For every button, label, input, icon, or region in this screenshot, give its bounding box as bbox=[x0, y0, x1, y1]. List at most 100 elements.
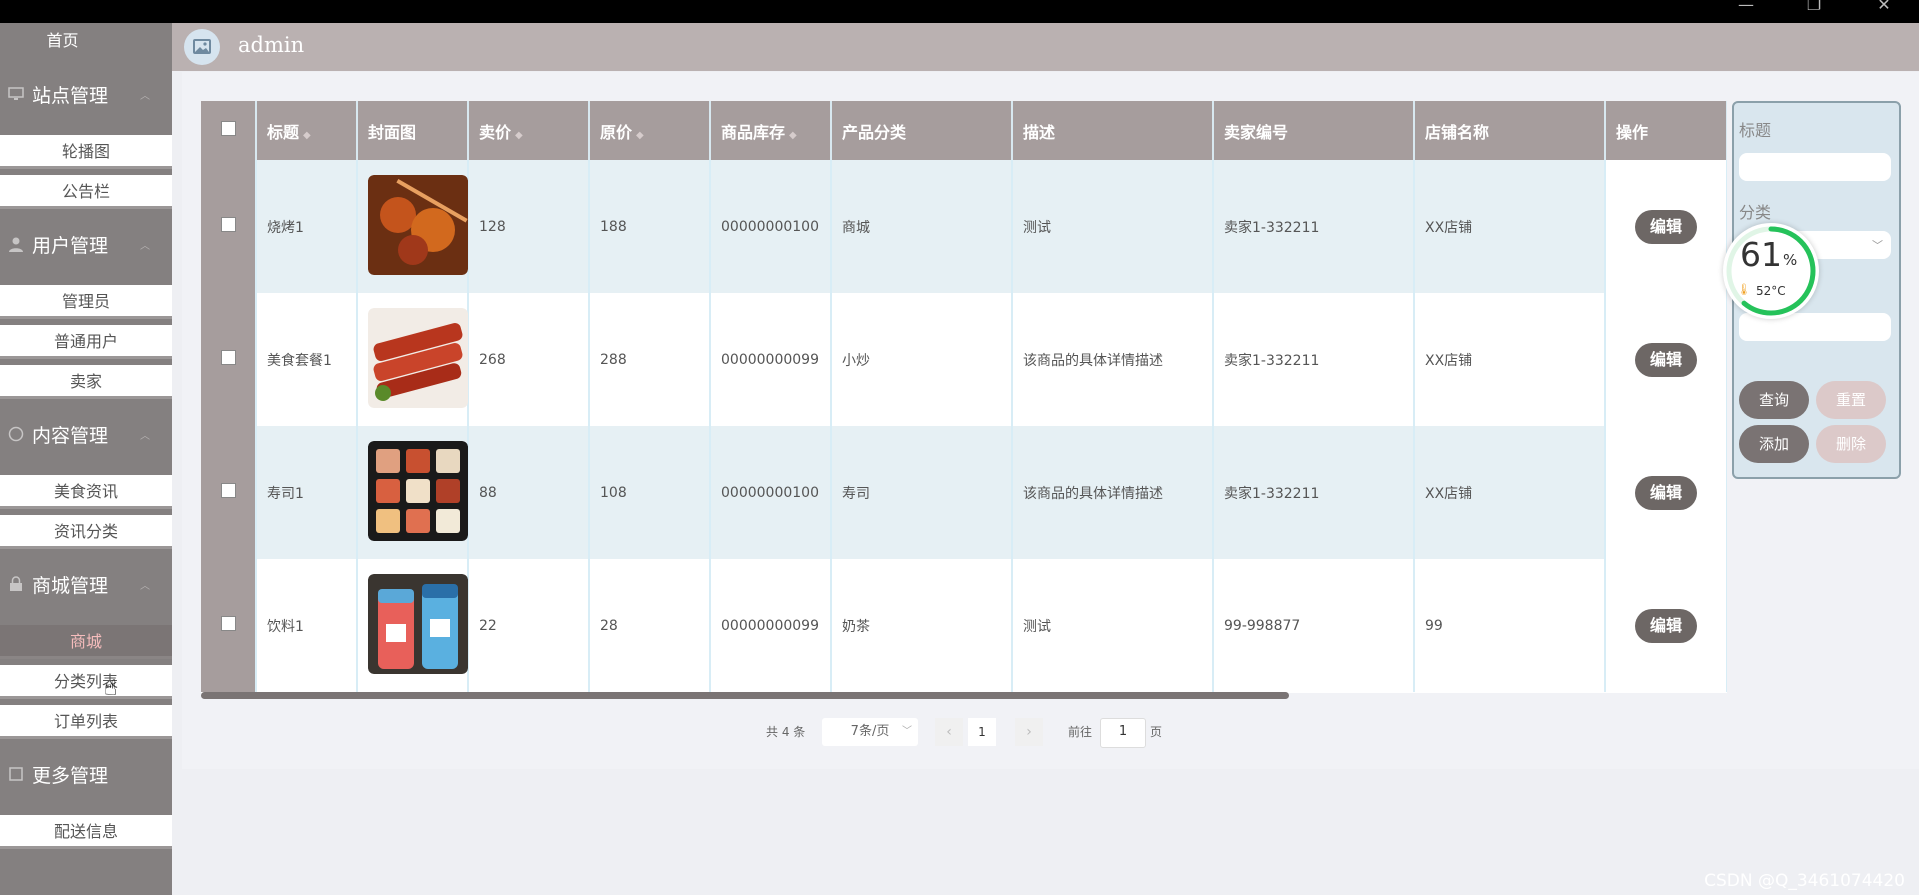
image-icon bbox=[193, 39, 211, 54]
goto-page-input[interactable]: 1 bbox=[1100, 718, 1146, 748]
cell-price: 268 bbox=[468, 293, 590, 426]
cell-original-price: 28 bbox=[589, 559, 711, 692]
sort-icon[interactable]: ◆ bbox=[789, 130, 797, 141]
cover-image-sushi[interactable] bbox=[368, 440, 468, 541]
cell-price: 88 bbox=[468, 426, 590, 559]
sidebar-group-more[interactable]: 更多管理 bbox=[0, 739, 172, 809]
cell-title: 美食套餐1 bbox=[256, 293, 358, 426]
sidebar-item-news-category[interactable]: 资讯分类 bbox=[0, 515, 172, 549]
sidebar-group-shop[interactable]: 商城管理 ︿ bbox=[0, 549, 172, 619]
sidebar-group-label: 内容管理 bbox=[32, 424, 109, 447]
add-button[interactable]: 添加 bbox=[1739, 425, 1809, 463]
edit-button[interactable]: 编辑 bbox=[1635, 209, 1697, 244]
sidebar-group-content[interactable]: 内容管理 ︿ bbox=[0, 399, 172, 469]
column-header[interactable]: 标题 ◆ bbox=[256, 101, 358, 160]
select-all-checkbox[interactable] bbox=[220, 121, 236, 136]
edit-button[interactable]: 编辑 bbox=[1635, 342, 1697, 377]
horizontal-scrollbar[interactable] bbox=[201, 692, 1289, 699]
column-header[interactable]: 商品库存 ◆ bbox=[710, 101, 832, 160]
row-checkbox[interactable] bbox=[220, 483, 236, 498]
cell-seller-id: 卖家1-332211 bbox=[1213, 160, 1415, 293]
sidebar-item-delivery[interactable]: 配送信息 bbox=[0, 815, 172, 849]
cell-actions: 编辑 bbox=[1605, 293, 1727, 426]
sidebar-item-food-news[interactable]: 美食资讯 bbox=[0, 475, 172, 509]
cell-category: 小炒 bbox=[831, 293, 1013, 426]
column-header[interactable]: 原价 ◆ bbox=[589, 101, 711, 160]
cell-stock: 00000000099 bbox=[710, 559, 832, 692]
cell-original-price: 288 bbox=[589, 293, 711, 426]
delete-button[interactable]: 删除 bbox=[1816, 425, 1886, 463]
sort-icon[interactable]: ◆ bbox=[636, 130, 644, 141]
reset-button[interactable]: 重置 bbox=[1816, 381, 1886, 419]
window-titlebar: — ❐ ✕ bbox=[0, 0, 1919, 23]
page-number[interactable]: 1 bbox=[968, 718, 996, 746]
sidebar-group-label: 商城管理 bbox=[32, 574, 109, 597]
cell-title: 饮料1 bbox=[256, 559, 358, 692]
cell-shop-name: XX店铺 bbox=[1414, 426, 1606, 559]
close-button[interactable]: ✕ bbox=[1862, 0, 1906, 23]
avatar[interactable] bbox=[184, 29, 220, 65]
user-icon bbox=[9, 237, 23, 252]
cell-original-price: 188 bbox=[589, 160, 711, 293]
column-header[interactable]: 卖价 ◆ bbox=[468, 101, 590, 160]
edit-button[interactable]: 编辑 bbox=[1635, 475, 1697, 510]
row-select-cell bbox=[201, 559, 257, 692]
monitor-icon bbox=[8, 87, 24, 100]
cell-stock: 00000000100 bbox=[710, 160, 832, 293]
edit-button[interactable]: 编辑 bbox=[1635, 608, 1697, 643]
cell-price: 22 bbox=[468, 559, 590, 692]
square-icon bbox=[9, 767, 23, 781]
sort-icon[interactable]: ◆ bbox=[515, 130, 523, 141]
cover-image-drinks[interactable] bbox=[368, 573, 468, 674]
sidebar-group-site[interactable]: 站点管理 ︿ bbox=[0, 59, 172, 129]
sidebar: 首页 站点管理 ︿ 轮播图 公告栏 用户管理 ︿ 管理员 普通用户 卖家 内容管… bbox=[0, 23, 172, 895]
cell-shop-name: XX店铺 bbox=[1414, 160, 1606, 293]
prev-page-button[interactable]: ‹ bbox=[935, 718, 963, 746]
cell-stock: 00000000100 bbox=[710, 426, 832, 559]
column-header: 卖家编号 bbox=[1213, 101, 1415, 160]
cell-actions: 编辑 bbox=[1605, 426, 1727, 559]
username[interactable]: admin bbox=[238, 33, 304, 57]
row-checkbox[interactable] bbox=[220, 217, 236, 232]
cell-stock: 00000000099 bbox=[710, 293, 832, 426]
sidebar-item-order-list[interactable]: 订单列表 bbox=[0, 705, 172, 739]
sidebar-item-home[interactable]: 首页 bbox=[0, 23, 125, 59]
sidebar-item-carousel[interactable]: 轮播图 bbox=[0, 135, 172, 169]
product-table: 标题 ◆ 封面图 卖价 ◆ 原价 ◆ 商品库存 ◆ 产品分类 描述 卖家编号 店铺名称 … bbox=[201, 101, 1727, 693]
sidebar-group-users[interactable]: 用户管理 ︿ bbox=[0, 209, 172, 279]
sort-icon[interactable]: ◆ bbox=[303, 130, 311, 141]
cell-cover bbox=[357, 293, 469, 426]
row-checkbox[interactable] bbox=[220, 616, 236, 631]
query-button[interactable]: 查询 bbox=[1739, 381, 1809, 419]
cover-image-bbq[interactable] bbox=[368, 174, 468, 275]
sidebar-group-label: 站点管理 bbox=[32, 84, 109, 107]
sidebar-item-users[interactable]: 普通用户 bbox=[0, 325, 172, 359]
cell-shop-name: XX店铺 bbox=[1414, 293, 1606, 426]
row-select-cell bbox=[201, 426, 257, 559]
next-page-button[interactable]: › bbox=[1015, 718, 1043, 746]
chevron-up-icon: ︿ bbox=[140, 91, 150, 102]
select-all-cell bbox=[201, 101, 257, 160]
table-row: 饮料1 22 28 00000000099 奶茶 测试 99-998877 99… bbox=[201, 559, 1727, 692]
cell-description: 测试 bbox=[1012, 559, 1214, 692]
sidebar-item-sellers[interactable]: 卖家 bbox=[0, 365, 172, 399]
maximize-button[interactable]: ❐ bbox=[1792, 0, 1836, 23]
cover-image-set-meal[interactable] bbox=[368, 307, 468, 408]
goto-prefix: 前往 bbox=[1068, 725, 1093, 739]
sidebar-item-mall[interactable]: 商城 bbox=[0, 625, 172, 659]
sidebar-item-category-list[interactable]: 分类列表 bbox=[0, 665, 172, 699]
page-size-select[interactable]: 7条/页 ﹀ bbox=[822, 718, 918, 746]
sidebar-item-admin[interactable]: 管理员 bbox=[0, 285, 172, 319]
gauge-percent: 61 bbox=[1740, 235, 1782, 274]
column-header: 店铺名称 bbox=[1414, 101, 1606, 160]
chevron-up-icon: ︿ bbox=[140, 581, 150, 592]
cell-description: 测试 bbox=[1012, 160, 1214, 293]
cell-category: 奶茶 bbox=[831, 559, 1013, 692]
row-checkbox[interactable] bbox=[220, 350, 236, 365]
sidebar-item-notice[interactable]: 公告栏 bbox=[0, 175, 172, 209]
minimize-button[interactable]: — bbox=[1724, 0, 1768, 23]
performance-gauge[interactable]: 61 % 🌡 52°C bbox=[1723, 223, 1819, 319]
filter-title-label: 标题 bbox=[1739, 121, 1772, 140]
title-search-input[interactable] bbox=[1739, 153, 1891, 181]
top-header: admin bbox=[172, 23, 1919, 71]
